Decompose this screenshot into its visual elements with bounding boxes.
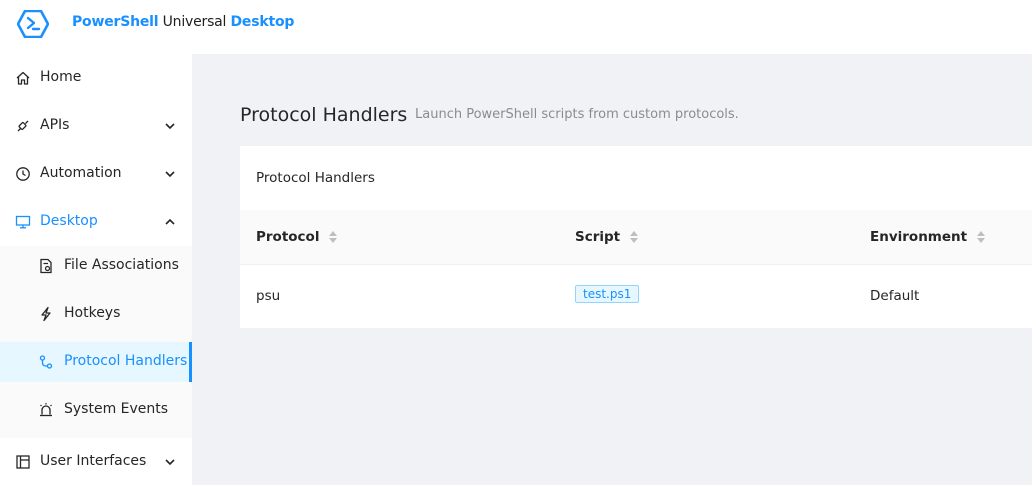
thunderbolt-icon	[41, 306, 51, 322]
app-title: PowerShell Universal Desktop	[72, 14, 294, 30]
home-icon	[16, 71, 30, 85]
sidebar-item-label: User Interfaces	[40, 453, 147, 469]
sub-item-label: Protocol Handlers	[64, 353, 188, 369]
layout-icon	[16, 455, 30, 469]
page-title: Protocol Handlers	[240, 104, 408, 126]
brand-desktop: Desktop	[230, 14, 295, 30]
clock-icon	[16, 167, 30, 181]
column-header-script[interactable]: Script	[575, 229, 639, 245]
sidebar-item-home[interactable]: Home	[0, 58, 192, 98]
desktop-submenu: File Associations Hotkeys Protocol Handl…	[0, 246, 192, 438]
app-header: PowerShell Universal Desktop	[0, 0, 1032, 54]
column-header-environment[interactable]: Environment	[870, 229, 986, 245]
column-header-label: Script	[575, 229, 621, 245]
sidebar-item-apis[interactable]: APIs	[0, 106, 192, 146]
card-title: Protocol Handlers	[256, 170, 375, 186]
table-row[interactable]: psu test.ps1 Default	[240, 265, 1032, 328]
column-header-label: Protocol	[256, 229, 320, 245]
sidebar-item-label: Automation	[40, 165, 122, 181]
sort-icon[interactable]	[329, 231, 338, 243]
sidebar-item-user-interfaces[interactable]: User Interfaces	[0, 442, 192, 482]
sidebar-item-label: APIs	[40, 117, 70, 133]
sub-item-label: File Associations	[64, 257, 179, 273]
sidebar-item-label: Desktop	[40, 213, 98, 229]
sidebar-item-label: Home	[40, 69, 82, 85]
api-icon	[17, 120, 29, 132]
chevron-down-icon	[165, 171, 175, 178]
sidebar-item-file-associations[interactable]: File Associations	[0, 246, 192, 286]
chevron-up-icon	[165, 218, 175, 225]
sort-icon[interactable]	[630, 231, 639, 243]
sub-item-label: System Events	[64, 401, 169, 417]
alert-icon	[40, 403, 52, 417]
protocol-handlers-card: Protocol Handlers Protocol Script Enviro…	[240, 146, 1032, 328]
powershell-logo-icon[interactable]	[17, 10, 49, 38]
sidebar: Home APIs Automation Desktop File Associ…	[0, 54, 192, 485]
desktop-icon	[15, 215, 31, 229]
chevron-down-icon	[165, 123, 175, 130]
chevron-down-icon	[165, 459, 175, 466]
brand-powershell: PowerShell	[72, 14, 159, 30]
script-tag[interactable]: test.ps1	[575, 285, 640, 303]
table-header: Protocol Script Environment	[240, 210, 1032, 265]
sub-item-label: Hotkeys	[64, 305, 121, 321]
cell-protocol: psu	[256, 288, 281, 304]
sidebar-item-automation[interactable]: Automation	[0, 154, 192, 194]
sidebar-item-system-events[interactable]: System Events	[0, 390, 192, 430]
page-subtitle: Launch PowerShell scripts from custom pr…	[415, 107, 739, 122]
main-content: Protocol Handlers Launch PowerShell scri…	[192, 54, 1032, 485]
sidebar-item-hotkeys[interactable]: Hotkeys	[0, 294, 192, 334]
protocol-icon	[39, 355, 53, 369]
sidebar-item-protocol-handlers[interactable]: Protocol Handlers	[0, 342, 192, 382]
column-header-protocol[interactable]: Protocol	[256, 229, 338, 245]
sidebar-item-desktop[interactable]: Desktop	[0, 202, 192, 242]
sort-icon[interactable]	[977, 231, 986, 243]
column-header-label: Environment	[870, 229, 968, 245]
cell-environment: Default	[870, 288, 920, 304]
brand-universal: Universal	[158, 14, 231, 30]
file-icon	[40, 258, 52, 274]
